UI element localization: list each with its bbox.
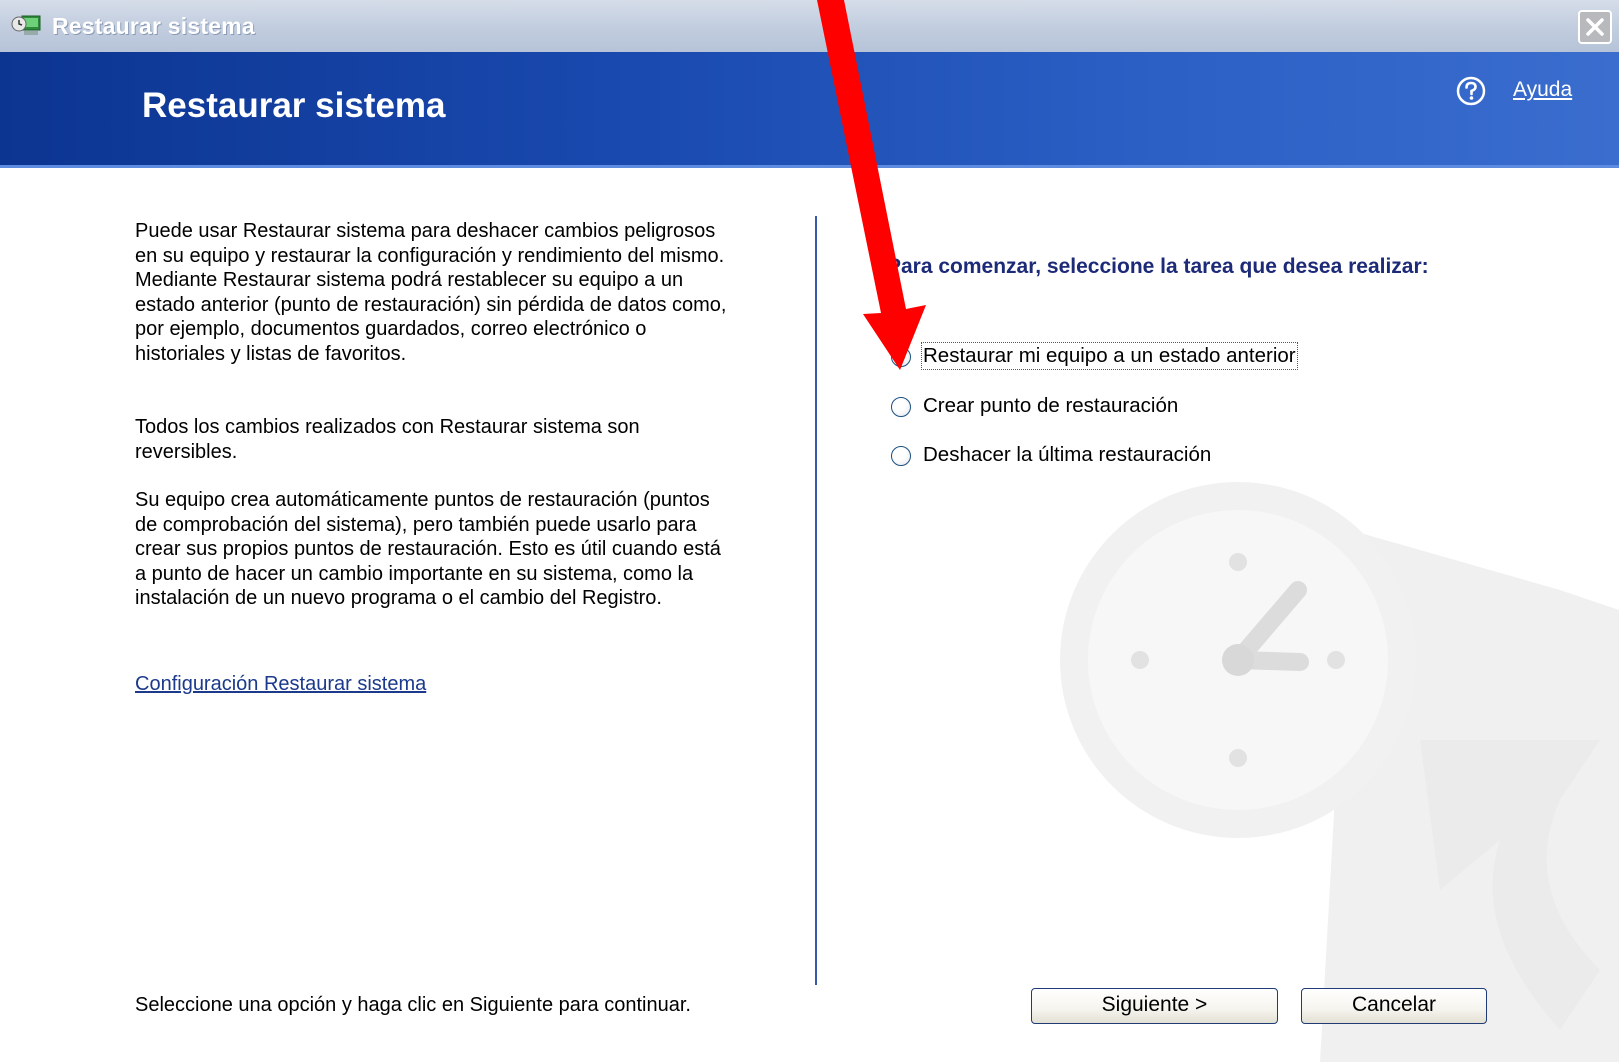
red-arrow-annotation bbox=[817, 0, 926, 370]
